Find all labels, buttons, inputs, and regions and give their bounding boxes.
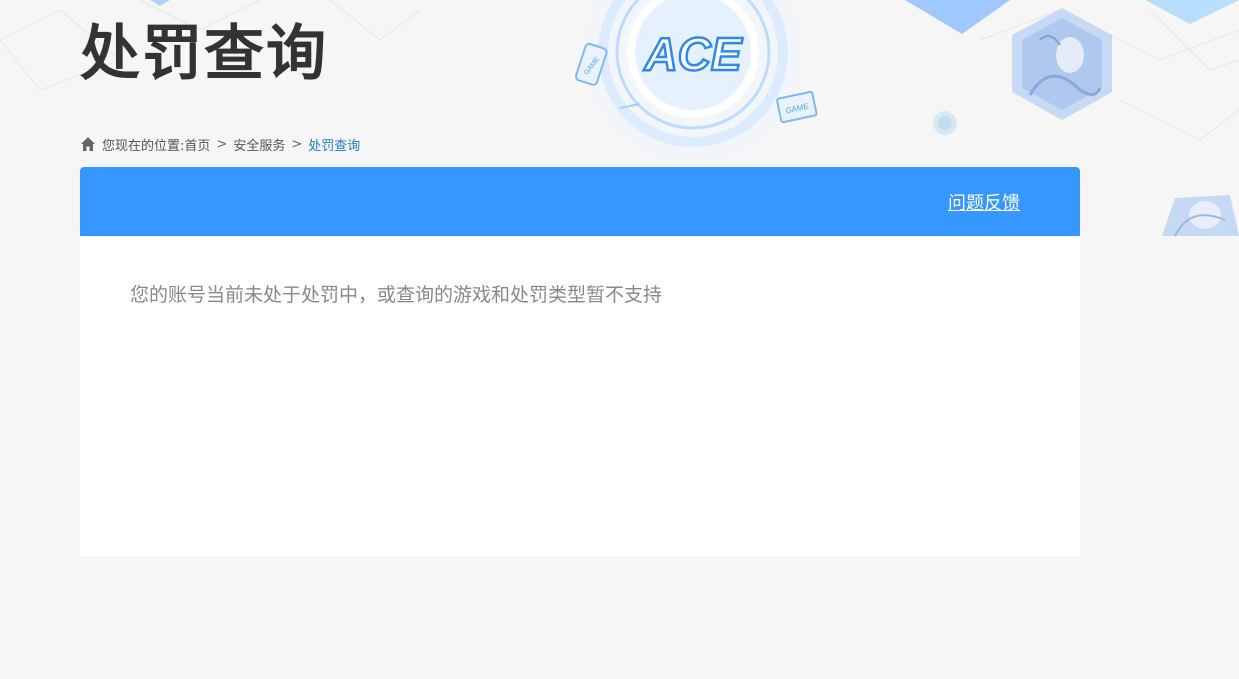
- shard-decor: [1145, 0, 1239, 24]
- svg-text:GAME: GAME: [785, 102, 810, 116]
- panel-header: 问题反馈: [80, 167, 1080, 236]
- status-message: 您的账号当前未处于处罚中，或查询的游戏和处罚类型暂不支持: [130, 284, 663, 306]
- result-panel: 问题反馈 您的账号当前未处于处罚中，或查询的游戏和处罚类型暂不支持: [80, 167, 1080, 556]
- page-title: 处罚查询: [80, 19, 328, 89]
- ace-logo-text: ACE: [643, 28, 742, 80]
- panel-body: 您的账号当前未处于处罚中，或查询的游戏和处罚类型暂不支持: [80, 236, 1080, 351]
- feedback-link[interactable]: 问题反馈: [948, 189, 1020, 215]
- character-hexagon-art: [1012, 8, 1112, 120]
- home-icon: [81, 137, 95, 151]
- svg-text:GAME: GAME: [583, 56, 601, 77]
- breadcrumb: 您现在的位置: 首页 > 安全服务 > 处罚查询: [80, 134, 360, 154]
- character-corner-art: [1162, 195, 1239, 237]
- game-monitor-icon: GAME: [776, 90, 818, 124]
- breadcrumb-separator: >: [291, 136, 303, 152]
- breadcrumb-home-link[interactable]: 首页: [184, 135, 210, 154]
- breadcrumb-prefix: 您现在的位置:: [102, 138, 185, 154]
- breadcrumb-separator: >: [216, 136, 228, 152]
- game-phone-icon: GAME: [574, 42, 608, 86]
- breadcrumb-current: 处罚查询: [308, 138, 361, 154]
- breadcrumb-security-link[interactable]: 安全服务: [233, 135, 285, 154]
- ace-emblem: ACE: [585, 0, 801, 160]
- shard-decor: [905, 0, 1010, 34]
